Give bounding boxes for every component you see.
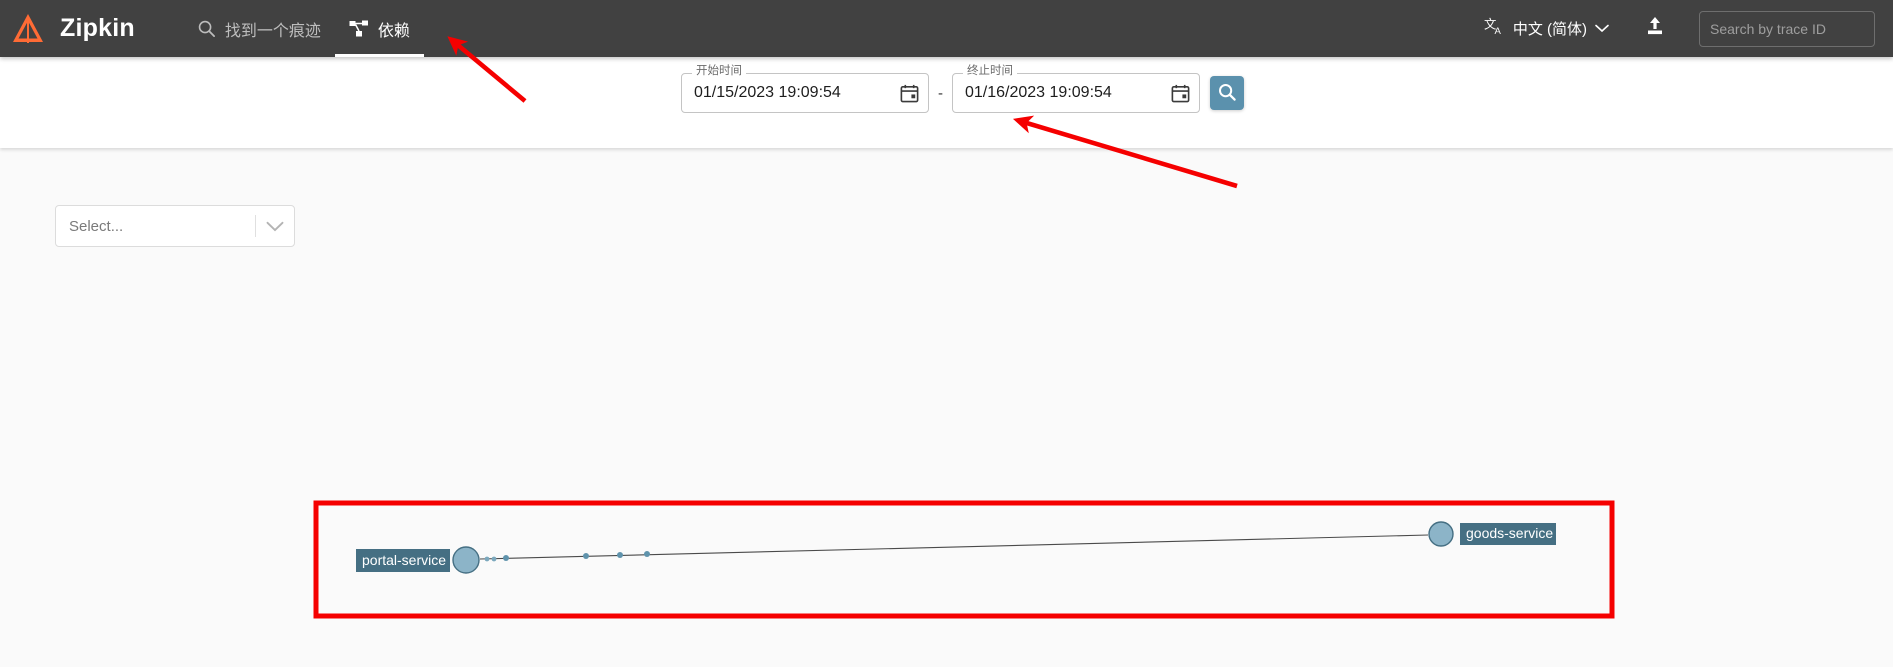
end-time-input[interactable] [965, 84, 1161, 102]
search-icon [197, 19, 216, 38]
graph-node-goods-service: goods-service [1428, 521, 1556, 547]
header-right-controls: 文 A 中文 (简体) [1474, 0, 1893, 57]
calendar-icon[interactable] [1170, 83, 1191, 104]
graph-node-portal-service: portal-service [356, 546, 480, 574]
edge-particle [503, 555, 509, 561]
edge-particle [491, 556, 497, 562]
edge-particle [644, 551, 650, 557]
start-time-legend: 开始时间 [692, 65, 746, 78]
calendar-icon[interactable] [899, 83, 920, 104]
main-nav: 找到一个痕迹 依赖 [183, 0, 424, 57]
chevron-down-icon [1595, 20, 1609, 37]
date-range-separator: - [938, 84, 943, 102]
node-circle [1428, 521, 1454, 547]
search-icon [1217, 82, 1237, 105]
nav-item-label: 找到一个痕迹 [224, 22, 321, 40]
date-range-row: 开始时间 - 终止时间 [681, 65, 1244, 113]
dependency-tree-icon [349, 20, 369, 38]
zipkin-logo-icon[interactable] [0, 0, 56, 57]
upload-json-button[interactable] [1629, 9, 1681, 49]
dependency-graph[interactable]: portal-service goods-service [0, 148, 1893, 667]
language-selector[interactable]: 文 A 中文 (简体) [1474, 10, 1619, 47]
search-trace-id-input[interactable] [1699, 10, 1875, 47]
upload-icon [1643, 14, 1667, 43]
end-time-legend: 终止时间 [963, 65, 1017, 78]
dependencies-content: Select... portal-service goods-service [0, 148, 1893, 667]
app-header: Zipkin 找到一个痕迹 依赖 文 A 中文 (简体) Search by t… [0, 0, 1893, 57]
start-time-input[interactable] [694, 84, 890, 102]
run-query-button[interactable] [1210, 76, 1244, 110]
nav-item-label: 依赖 [377, 22, 410, 40]
app-brand-title: Zipkin [60, 14, 135, 42]
node-label: goods-service [1466, 525, 1553, 541]
nav-item-find-a-trace[interactable]: 找到一个痕迹 [183, 0, 335, 57]
graph-particles [484, 551, 650, 562]
node-circle [452, 546, 480, 574]
svg-text:A: A [1494, 26, 1501, 37]
translate-icon: 文 A [1484, 16, 1505, 41]
edge-particle [583, 553, 589, 559]
language-label: 中文 (简体) [1512, 21, 1587, 38]
zipkin-dependencies-page: Zipkin 找到一个痕迹 依赖 文 A 中文 (简体) Search by t… [0, 0, 1893, 667]
edge-particle [617, 552, 623, 558]
edge-particle [484, 556, 490, 562]
nav-item-dependencies[interactable]: 依赖 [334, 0, 424, 57]
end-time-field[interactable]: 终止时间 [952, 65, 1200, 113]
start-time-field[interactable]: 开始时间 [681, 65, 929, 113]
time-range-toolbar: 开始时间 - 终止时间 [0, 57, 1893, 148]
node-label: portal-service [362, 552, 446, 568]
